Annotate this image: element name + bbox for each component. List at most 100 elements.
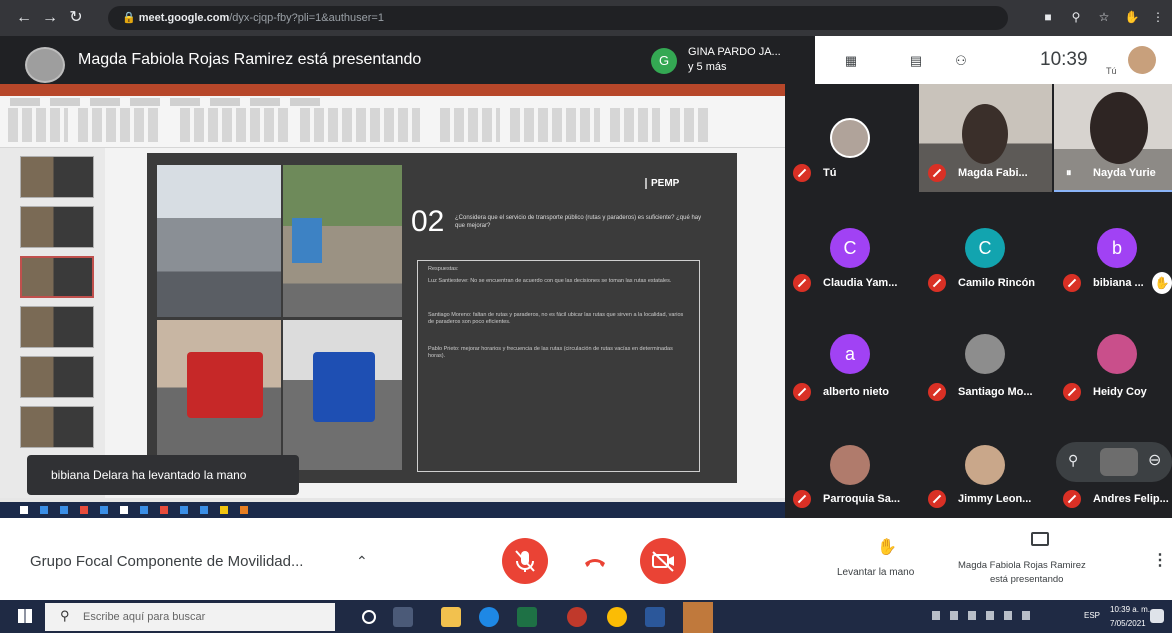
participant-avatar: C — [965, 228, 1005, 268]
slide-thumbnail[interactable] — [20, 306, 94, 348]
extension-icon[interactable]: ✋ — [1124, 9, 1140, 25]
menu-icon[interactable]: ⋮ — [1150, 9, 1166, 25]
answer-1: Luz Santiesteve: No se encuentran de acu… — [428, 278, 672, 284]
slide-thumbnail-selected[interactable] — [20, 256, 94, 298]
participant-chip-name: GINA PARDO JA... — [688, 46, 781, 58]
notifications-icon[interactable] — [1150, 609, 1164, 623]
pin-icon[interactable]: ⚲ — [1068, 452, 1078, 469]
opera-icon[interactable] — [567, 607, 587, 627]
presenting-label[interactable]: Magda Fabiola Rojas Ramirez — [958, 560, 1086, 571]
reload-icon[interactable]: ↻ — [66, 8, 86, 28]
answers-textbox[interactable] — [417, 260, 700, 472]
taskbar-search-input[interactable]: Escribe aquí para buscar — [45, 603, 335, 631]
chrome-icon[interactable] — [607, 607, 627, 627]
mic-off-icon — [928, 490, 946, 508]
address-bar[interactable]: 🔒 meet.google.com/dyx-cjqp-fby?pli=1&aut… — [108, 6, 1008, 30]
word-icon[interactable] — [645, 607, 665, 627]
end-call-button[interactable] — [572, 538, 618, 584]
zoom-icon[interactable]: ⚲ — [1068, 9, 1084, 25]
forward-icon[interactable]: → — [40, 8, 60, 28]
answer-3: Pablo Prieto: mejorar horarios y frecuen… — [428, 346, 673, 359]
mic-off-button[interactable] — [502, 538, 548, 584]
layout-icon[interactable]: ▦ — [838, 50, 864, 72]
slide-question: ¿Considera que el servicio de transporte… — [455, 215, 702, 229]
raise-hand-icon[interactable]: ✋ — [877, 537, 897, 557]
participant-name: Magda Fabi... — [958, 167, 1028, 179]
powerpoint-titlebar — [0, 84, 785, 96]
file-explorer-icon[interactable] — [441, 607, 461, 627]
mic-off-icon — [928, 164, 946, 182]
task-view-icon[interactable] — [393, 607, 413, 627]
slide-thumbnail[interactable] — [20, 156, 94, 198]
taskbar-date[interactable]: 7/05/2021 — [1110, 618, 1146, 629]
participant-avatar: b — [1097, 228, 1137, 268]
participant-name: Andres Felip... — [1093, 493, 1169, 505]
tray-upload-icon[interactable] — [968, 611, 976, 620]
participant-chip-avatar[interactable]: G — [651, 48, 677, 74]
remove-icon[interactable]: ⊖ — [1148, 450, 1161, 470]
tray-volume-icon[interactable] — [1004, 611, 1012, 620]
raised-hand-icon: ✋ — [1152, 272, 1172, 294]
answer-2: Santiago Moreno: faltan de rutas y parad… — [428, 312, 684, 325]
raise-hand-label[interactable]: Levantar la mano — [837, 567, 914, 578]
people-icon[interactable]: ⚇ — [948, 50, 974, 72]
search-icon: ⚲ — [60, 608, 70, 623]
slide-thumbnail[interactable] — [20, 206, 94, 248]
photo-bus-stop — [157, 165, 281, 317]
windows-start-icon[interactable] — [18, 609, 32, 623]
slide-number: 02 — [411, 205, 445, 238]
mic-off-icon — [1063, 274, 1081, 292]
slide-logo: PEMP — [645, 178, 679, 189]
cortana-icon[interactable] — [362, 610, 376, 624]
participant-name: Santiago Mo... — [958, 386, 1033, 398]
participant-name: bibiana ... — [1093, 277, 1144, 289]
top-right-panel — [815, 36, 1172, 84]
more-options-icon[interactable]: ⋮ — [1152, 550, 1168, 570]
slide-thumbnail[interactable] — [20, 356, 94, 398]
photo-bus-shelter-ad — [292, 218, 322, 263]
mic-off-icon — [793, 490, 811, 508]
presenter-avatar — [25, 47, 65, 83]
meeting-title[interactable]: Grupo Focal Componente de Movilidad... — [30, 552, 303, 572]
participant-avatar — [965, 445, 1005, 485]
language-indicator[interactable]: ESP — [1084, 611, 1100, 620]
tray-battery-icon[interactable] — [1022, 611, 1030, 620]
chat-icon[interactable]: ▤ — [903, 50, 929, 72]
answers-heading: Respuestas: — [428, 266, 459, 272]
tray-wifi-icon[interactable] — [986, 611, 994, 620]
participant-avatar — [965, 334, 1005, 374]
camera-slash-icon — [652, 551, 674, 572]
star-icon[interactable]: ☆ — [1096, 9, 1112, 25]
camera-off-button[interactable] — [640, 538, 686, 584]
present-screen-icon[interactable] — [1031, 532, 1049, 546]
mic-off-icon — [1063, 490, 1081, 508]
edge-icon[interactable] — [479, 607, 499, 627]
chevron-up-icon[interactable]: ⌃ — [356, 553, 368, 570]
mic-off-icon — [928, 383, 946, 401]
participant-video-face — [1090, 92, 1148, 164]
hand-raised-toast: bibiana Delara ha levantado la mano — [27, 455, 299, 495]
participant-name: Jimmy Leon... — [958, 493, 1032, 505]
mic-off-icon — [793, 383, 811, 401]
camera-icon[interactable]: ■ — [1040, 9, 1056, 25]
presenting-label-2[interactable]: está presentando — [990, 574, 1063, 585]
participant-name: Parroquia Sa... — [823, 493, 901, 505]
participant-video-face — [962, 104, 1008, 164]
participant-name: Nayda Yurie — [1093, 167, 1156, 179]
mic-off-icon — [1063, 383, 1081, 401]
presenter-title: Magda Fabiola Rojas Ramirez está present… — [78, 51, 422, 68]
participant-name: Tú — [823, 167, 837, 179]
taskbar-time[interactable]: 10:39 a. m. — [1110, 604, 1150, 615]
participant-avatar: a — [830, 334, 870, 374]
back-icon[interactable]: ← — [14, 8, 34, 28]
url-path: /dyx-cjqp-fby?pli=1&authuser=1 — [229, 12, 384, 24]
tray-chevron-icon[interactable] — [932, 611, 940, 620]
slide-thumbnail[interactable] — [20, 406, 94, 448]
participant-name: Heidy Coy — [1093, 386, 1147, 398]
self-label: Tú — [1106, 66, 1117, 76]
self-avatar[interactable] — [1128, 46, 1156, 74]
powerpoint-taskbar-icon[interactable] — [683, 602, 713, 633]
tray-network-icon[interactable] — [950, 611, 958, 620]
url-host: meet.google.com — [138, 12, 230, 24]
excel-icon[interactable] — [517, 607, 537, 627]
